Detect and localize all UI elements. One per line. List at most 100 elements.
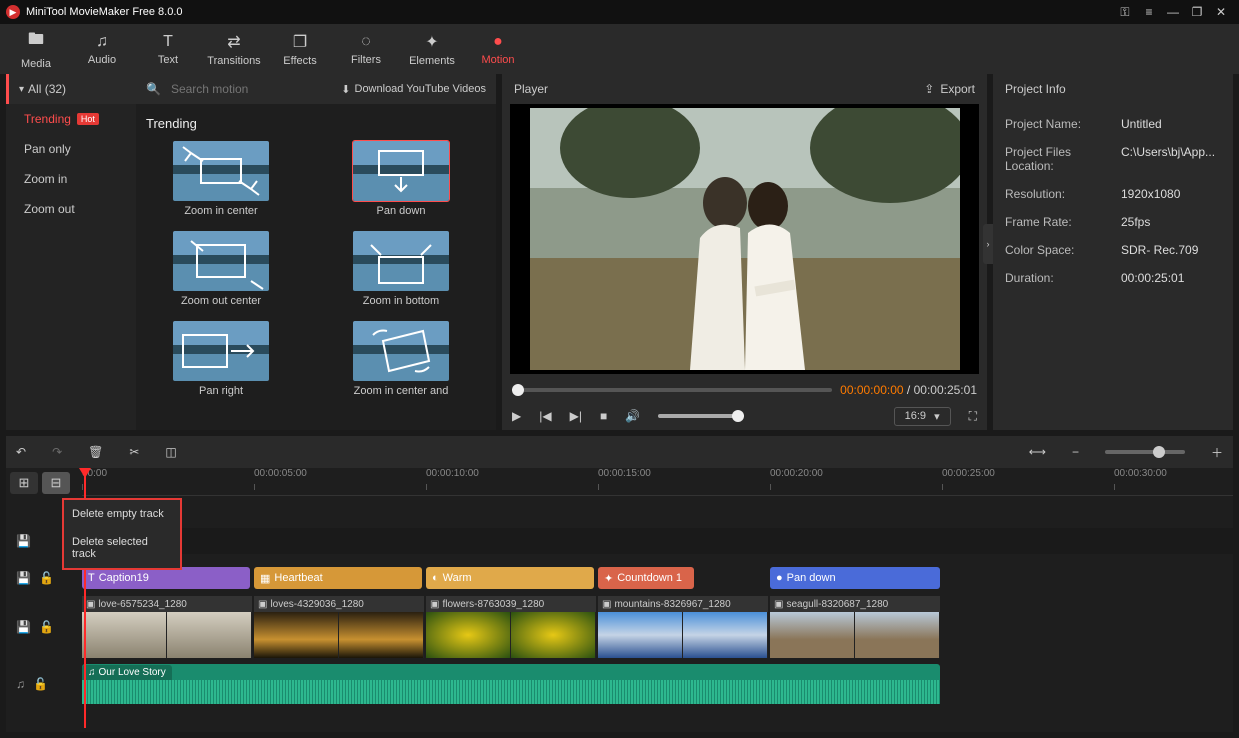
colorspace-value: SDR- Rec.709	[1121, 243, 1198, 257]
video-clip-4[interactable]: ▣mountains-8326967_1280	[598, 596, 768, 658]
timeline-toolbar: ↶ ↷ 🗑 ✂ ◫ ⟷ − ＋	[6, 436, 1233, 468]
motion-pan-right[interactable]: Pan right	[146, 321, 296, 397]
image-icon: ▣	[258, 599, 267, 610]
category-zoom-in[interactable]: Zoom in	[6, 164, 136, 194]
zoom-in-button[interactable]: ＋	[1211, 444, 1223, 461]
motion-zoom-out-center[interactable]: Zoom out center	[146, 231, 296, 307]
search-input[interactable]	[171, 82, 331, 96]
snap-icon[interactable]: ⟷	[1029, 445, 1046, 459]
video-clip-3[interactable]: ▣flowers-8763039_1280	[426, 596, 596, 658]
tab-effects[interactable]: ❐Effects	[270, 28, 330, 70]
tab-filters[interactable]: ◌Filters	[336, 28, 396, 70]
timecode: 00:00:00:00 / 00:00:25:01	[840, 383, 977, 397]
motion-icon: ●	[493, 33, 503, 51]
video-clip-5[interactable]: ▣seagull-8320687_1280	[770, 596, 940, 658]
tab-text[interactable]: TText	[138, 28, 198, 70]
audio-clip[interactable]: ♫Our Love Story	[82, 664, 940, 704]
library-panel: ▾All (32) TrendingHot Pan only Zoom in Z…	[6, 74, 496, 430]
music-icon[interactable]: ♫	[16, 677, 25, 691]
save-track-icon[interactable]: 💾	[16, 620, 31, 634]
clip-countdown[interactable]: ✦Countdown 1	[598, 567, 694, 589]
motion-zoom-in-center[interactable]: Zoom in center	[146, 141, 296, 217]
image-icon: ▣	[774, 599, 783, 610]
tab-media[interactable]: 🖿Media	[6, 28, 66, 70]
tab-transitions[interactable]: ⇄Transitions	[204, 28, 264, 70]
hamburger-menu-icon[interactable]: ≡	[1137, 0, 1161, 24]
clip-caption[interactable]: TCaption19	[82, 567, 250, 589]
framerate-value: 25fps	[1121, 215, 1150, 229]
category-all[interactable]: ▾All (32)	[6, 74, 136, 104]
video-clip-1[interactable]: ▣love-6575234_1280	[82, 596, 252, 658]
delete-button[interactable]: 🗑	[88, 445, 103, 459]
play-button[interactable]: ▶	[512, 409, 521, 423]
export-button[interactable]: ⇪Export	[924, 82, 975, 96]
add-track-button[interactable]: ⊞	[10, 472, 38, 494]
cut-button[interactable]: ✂	[129, 445, 139, 459]
elements-icon: ✦	[425, 32, 438, 52]
tab-elements[interactable]: ✦Elements	[402, 28, 462, 70]
key-icon[interactable]: ⚿	[1113, 0, 1137, 24]
volume-icon[interactable]: 🔊	[625, 409, 640, 423]
fullscreen-icon[interactable]: ⛶	[969, 409, 977, 424]
next-frame-button[interactable]: ▶|	[570, 409, 582, 423]
tab-motion[interactable]: ●Motion	[468, 28, 528, 70]
folder-icon: 🖿	[28, 28, 44, 55]
aspect-select[interactable]: 16:9▾	[894, 407, 951, 426]
preview-image	[530, 108, 960, 370]
clip-warm[interactable]: ◐Warm	[426, 567, 594, 589]
motion-pan-down[interactable]: Pan down	[326, 141, 476, 217]
remove-track-button[interactable]: ⊟	[42, 472, 70, 494]
clip-pan-down[interactable]: ●Pan down	[770, 567, 940, 589]
category-pan-only[interactable]: Pan only	[6, 134, 136, 164]
motion-zoom-in-bottom[interactable]: Zoom in bottom	[326, 231, 476, 307]
section-title: Trending	[146, 116, 486, 131]
hot-badge: Hot	[77, 113, 99, 125]
overlay-track: 💾🔓 TCaption19 ▦Heartbeat ◐Warm ✦Countdow…	[82, 566, 1233, 590]
title-bar: ▶ MiniTool MovieMaker Free 8.0.0 ⚿ ≡ — ❐…	[0, 0, 1239, 24]
chevron-down-icon: ▾	[19, 84, 24, 95]
undo-button[interactable]: ↶	[16, 445, 26, 459]
volume-slider[interactable]	[658, 414, 744, 418]
clip-heartbeat[interactable]: ▦Heartbeat	[254, 567, 422, 589]
music-icon: ♫	[88, 667, 96, 678]
stop-button[interactable]: ■	[600, 409, 607, 423]
download-icon: ⬇	[341, 83, 350, 96]
image-icon: ▣	[602, 599, 611, 610]
empty-track[interactable]: 💾	[82, 528, 1233, 554]
image-icon: ▣	[430, 599, 439, 610]
download-youtube-link[interactable]: ⬇Download YouTube Videos	[341, 83, 486, 96]
transitions-icon: ⇄	[227, 32, 240, 52]
prev-frame-button[interactable]: |◀	[539, 409, 551, 423]
lock-icon[interactable]: 🔓	[33, 677, 48, 691]
project-info-title: Project Info	[993, 74, 1233, 104]
save-track-icon[interactable]: 💾	[16, 534, 31, 548]
category-trending[interactable]: TrendingHot	[6, 104, 136, 134]
save-track-icon[interactable]: 💾	[16, 571, 31, 585]
video-track: 💾🔓 ▣love-6575234_1280 ▣loves-4329036_128…	[82, 596, 1233, 658]
collapse-info-button[interactable]: ›	[983, 224, 993, 264]
zoom-slider[interactable]	[1105, 450, 1185, 454]
minimize-icon[interactable]: —	[1161, 0, 1185, 24]
redo-button[interactable]: ↷	[52, 445, 62, 459]
scrub-bar[interactable]	[512, 388, 832, 392]
app-logo-icon: ▶	[6, 5, 20, 19]
main-toolbar: 🖿Media ♫Audio TText ⇄Transitions ❐Effect…	[0, 24, 1239, 74]
lock-icon[interactable]: 🔓	[39, 571, 54, 585]
crop-button[interactable]: ◫	[165, 445, 176, 459]
motion-zoom-in-center-and[interactable]: Zoom in center and	[326, 321, 476, 397]
menu-delete-selected-track[interactable]: Delete selected track	[64, 528, 180, 568]
video-clip-2[interactable]: ▣loves-4329036_1280	[254, 596, 424, 658]
time-ruler[interactable]: 00:00 00:00:05:00 00:00:10:00 00:00:15:0…	[82, 468, 1233, 496]
tab-audio[interactable]: ♫Audio	[72, 28, 132, 70]
effects-icon: ❐	[293, 32, 307, 52]
zoom-out-button[interactable]: −	[1072, 445, 1079, 459]
track-context-menu: Delete empty track Delete selected track	[62, 498, 182, 570]
project-name-value: Untitled	[1121, 117, 1162, 131]
category-zoom-out[interactable]: Zoom out	[6, 194, 136, 224]
maximize-icon[interactable]: ❐	[1185, 0, 1209, 24]
player-canvas[interactable]	[510, 104, 979, 374]
lock-icon[interactable]: 🔓	[39, 620, 54, 634]
music-icon: ♫	[96, 33, 108, 51]
close-icon[interactable]: ✕	[1209, 0, 1233, 24]
menu-delete-empty-track[interactable]: Delete empty track	[64, 500, 180, 528]
